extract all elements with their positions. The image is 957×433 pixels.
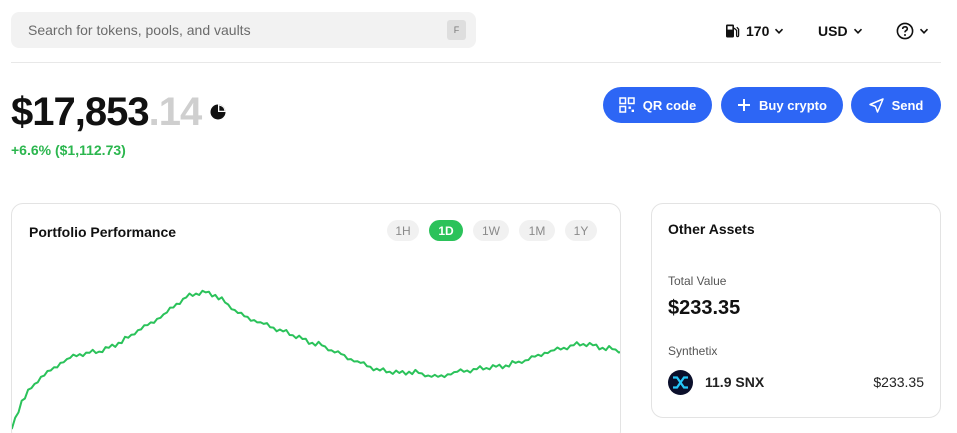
send-icon — [868, 97, 884, 113]
buy-crypto-button[interactable]: Buy crypto — [721, 87, 843, 123]
balance-change: +6.6% ($1,112.73) — [11, 142, 126, 158]
qr-code-button[interactable]: QR code — [603, 87, 712, 123]
plus-icon — [738, 99, 751, 111]
send-button[interactable]: Send — [851, 87, 941, 123]
pie-chart-icon[interactable] — [209, 103, 227, 121]
asset-row-snx[interactable]: 11.9 SNX $233.35 — [668, 369, 924, 395]
gas-pump-icon — [726, 24, 740, 38]
qr-code-icon — [619, 97, 635, 113]
asset-group-label: Synthetix — [668, 344, 718, 358]
performance-line — [12, 289, 620, 430]
asset-amount: 11.9 SNX — [705, 374, 765, 390]
chevron-down-icon — [853, 28, 862, 34]
buy-crypto-label: Buy crypto — [759, 97, 827, 113]
help-menu[interactable] — [896, 20, 929, 42]
gas-value: 170 — [746, 23, 770, 39]
portfolio-balance: $17,853.14 — [11, 88, 227, 136]
currency-selector[interactable]: USD — [818, 20, 863, 42]
balance-whole: $17,853 — [11, 90, 150, 134]
currency-value: USD — [818, 23, 848, 39]
total-value: $233.35 — [668, 297, 741, 319]
help-icon — [896, 22, 914, 40]
chevron-down-icon — [775, 28, 784, 34]
other-assets-title: Other Assets — [668, 221, 755, 237]
gas-selector[interactable]: 170 — [724, 20, 784, 42]
total-value-label: Total Value — [668, 274, 727, 288]
chevron-down-icon — [919, 28, 929, 34]
performance-chart[interactable] — [12, 204, 621, 433]
search-shortcut-key: F — [447, 20, 466, 40]
balance-cents: .14 — [148, 90, 203, 134]
header-divider — [11, 62, 941, 63]
portfolio-performance-card: Portfolio Performance 1H 1D 1W 1M 1Y — [11, 203, 621, 433]
search-bar[interactable]: Search for tokens, pools, and vaults F — [11, 12, 476, 48]
other-assets-card: Other Assets Total Value $233.35 Synthet… — [651, 203, 941, 418]
synthetix-icon — [668, 369, 693, 395]
asset-value: $233.35 — [873, 374, 924, 390]
send-label: Send — [891, 97, 924, 113]
search-placeholder: Search for tokens, pools, and vaults — [28, 22, 251, 38]
qr-code-label: QR code — [642, 97, 697, 113]
